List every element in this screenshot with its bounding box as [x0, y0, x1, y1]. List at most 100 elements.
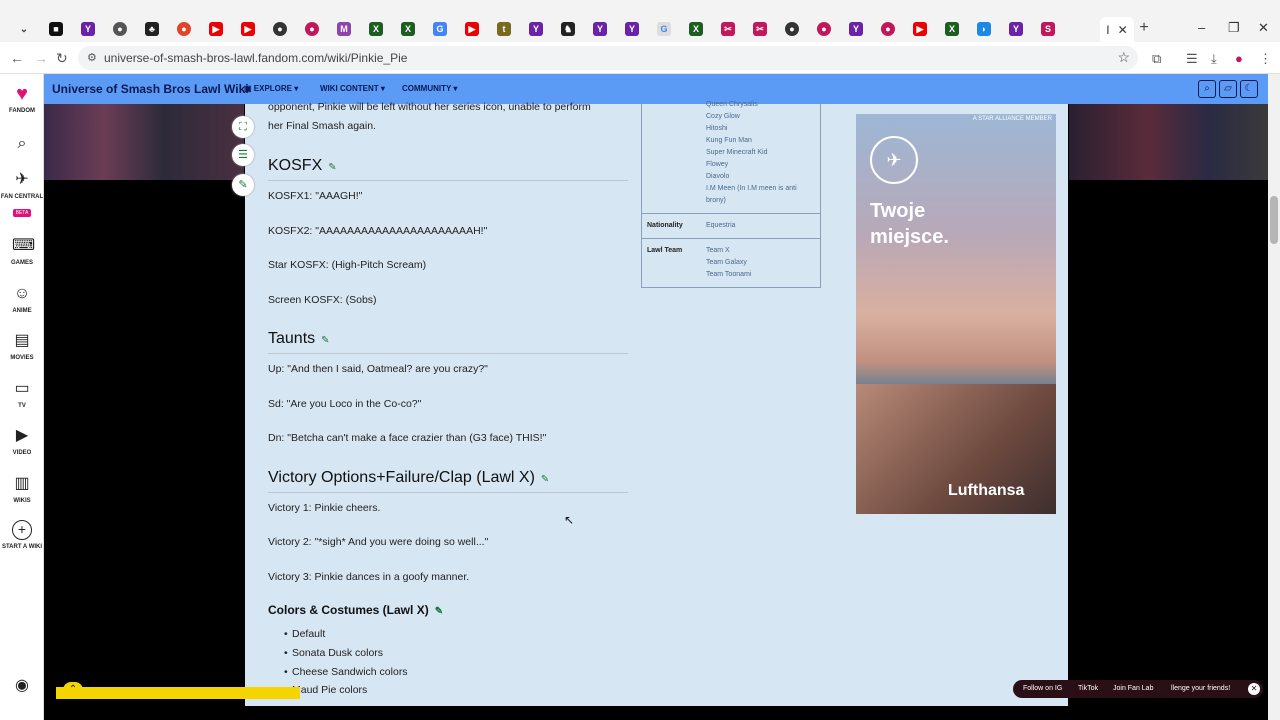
- tab[interactable]: Y: [1000, 18, 1032, 40]
- fandom-logo[interactable]: ♥ FANDOM: [0, 84, 44, 115]
- toc-icon[interactable]: ☰: [232, 144, 254, 166]
- fan-lab-link[interactable]: Join Fan Lab: [1113, 685, 1153, 692]
- nav-community[interactable]: COMMUNITY ▾: [402, 84, 457, 93]
- new-tab-button[interactable]: +: [1136, 20, 1152, 36]
- rail-item-wikis[interactable]: ▥ WIKIS: [0, 474, 44, 505]
- infobox-link[interactable]: Team Galaxy: [706, 259, 747, 266]
- active-tab[interactable]: I ✕: [1100, 17, 1134, 42]
- tab-list-button[interactable]: ⌄: [8, 18, 40, 40]
- tab[interactable]: ✂: [744, 18, 776, 40]
- tab[interactable]: ●: [104, 18, 136, 40]
- tab[interactable]: G: [648, 18, 680, 40]
- expand-icon[interactable]: ⛶: [232, 116, 254, 138]
- bookmark-star-icon[interactable]: ☆: [1117, 49, 1130, 66]
- advertisement[interactable]: A STAR ALLIANCE MEMBER ✈ Twoje miejsce. …: [856, 114, 1056, 514]
- profile-avatar[interactable]: ●: [1235, 51, 1243, 66]
- back-icon[interactable]: ←: [10, 50, 24, 66]
- discussions-button[interactable]: ▱: [1219, 80, 1237, 98]
- infobox-link[interactable]: Hitoshi: [706, 125, 727, 132]
- chevron-up-icon[interactable]: ⌃: [63, 682, 83, 698]
- infobox-link[interactable]: Diavolo: [706, 173, 729, 180]
- tab[interactable]: S: [1032, 18, 1064, 40]
- follow-ig-link[interactable]: Follow on IG: [1023, 685, 1062, 692]
- close-icon[interactable]: ✕: [1118, 23, 1128, 37]
- tab[interactable]: ●: [296, 18, 328, 40]
- nav-explore[interactable]: ▣ EXPLORE ▾: [244, 84, 298, 93]
- tab[interactable]: X: [360, 18, 392, 40]
- tab[interactable]: t: [488, 18, 520, 40]
- tab[interactable]: ●: [776, 18, 808, 40]
- rail-item-games[interactable]: ⌨ GAMES: [0, 236, 44, 267]
- reload-icon[interactable]: ↻: [56, 50, 68, 67]
- forward-icon[interactable]: →: [34, 50, 48, 66]
- rail-item-fan-central[interactable]: ✈ FAN CENTRAL BETA: [0, 170, 44, 219]
- rail-item-tv[interactable]: ▭ TV: [0, 379, 44, 410]
- rail-label: VIDEO: [12, 450, 32, 456]
- scrollbar-thumb[interactable]: [1270, 196, 1278, 244]
- user-account-button[interactable]: ◉: [0, 676, 44, 696]
- infobox-link[interactable]: Team Toonami: [706, 271, 751, 278]
- close-icon[interactable]: ✕: [1248, 683, 1260, 695]
- maximize-button[interactable]: ❐: [1228, 20, 1240, 36]
- url-field[interactable]: ⚙ universe-of-smash-bros-lawl.fandom.com…: [78, 46, 1138, 70]
- infobox-link[interactable]: Cozy Glow: [706, 113, 740, 120]
- tab[interactable]: ●: [168, 18, 200, 40]
- toolbar-strip: [56, 687, 300, 699]
- theme-toggle-button[interactable]: ☾: [1240, 80, 1258, 98]
- tab[interactable]: ●: [264, 18, 296, 40]
- tab[interactable]: ▶: [232, 18, 264, 40]
- rail-label: START A WIKI: [1, 544, 43, 550]
- extensions-icon[interactable]: ⧉: [1152, 51, 1161, 67]
- close-window-button[interactable]: ✕: [1258, 20, 1269, 36]
- infobox-link[interactable]: brony): [706, 197, 726, 204]
- tab[interactable]: ▶: [904, 18, 936, 40]
- tab[interactable]: Y: [72, 18, 104, 40]
- tab[interactable]: G: [424, 18, 456, 40]
- tiktok-link[interactable]: TikTok: [1078, 685, 1098, 692]
- wiki-search-button[interactable]: ⌕: [1198, 80, 1216, 98]
- tab[interactable]: X: [392, 18, 424, 40]
- infobox-link[interactable]: Kung Fun Man: [706, 137, 752, 144]
- tab[interactable]: M: [328, 18, 360, 40]
- tab[interactable]: ♣: [136, 18, 168, 40]
- nav-wiki-content[interactable]: WIKI CONTENT ▾: [320, 84, 385, 93]
- search-button[interactable]: ⌕: [0, 134, 44, 154]
- wiki-title[interactable]: Universe of Smash Bros Lawl Wiki: [52, 82, 249, 96]
- site-info-icon[interactable]: ⚙: [87, 51, 97, 64]
- tab[interactable]: Y: [520, 18, 552, 40]
- edit-section-icon[interactable]: ✎: [435, 606, 443, 617]
- scrollbar[interactable]: [1268, 74, 1280, 720]
- tab[interactable]: ▶: [456, 18, 488, 40]
- tab[interactable]: Y: [840, 18, 872, 40]
- infobox-link[interactable]: Queen Chrysalis: [706, 101, 758, 108]
- infobox-link[interactable]: I.M Meen (In I.M meen is anti: [706, 185, 797, 192]
- edit-section-icon[interactable]: ✎: [321, 335, 329, 346]
- rail-item-video[interactable]: ▶ VIDEO: [0, 426, 44, 457]
- tab[interactable]: Y: [584, 18, 616, 40]
- tab[interactable]: ▶: [200, 18, 232, 40]
- tab[interactable]: ■: [40, 18, 72, 40]
- rail-item-movies[interactable]: ▤ MOVIES: [0, 331, 44, 362]
- tab-search-icon[interactable]: ☰: [1186, 51, 1198, 67]
- rail-item-anime[interactable]: ☺ ANIME: [0, 284, 44, 315]
- tab[interactable]: ✂: [712, 18, 744, 40]
- tab[interactable]: Y: [616, 18, 648, 40]
- paragraph: her Final Smash again.: [268, 120, 376, 132]
- infobox-link[interactable]: Team X: [706, 247, 730, 254]
- edit-section-icon[interactable]: ✎: [328, 162, 336, 173]
- infobox-link[interactable]: Super Minecraft Kid: [706, 149, 767, 156]
- tab[interactable]: ●: [808, 18, 840, 40]
- edit-pencil-icon[interactable]: ✎: [232, 174, 254, 196]
- menu-icon[interactable]: ⋮: [1259, 51, 1272, 67]
- rail-item-start-wiki[interactable]: + START A WIKI: [0, 520, 44, 551]
- tab[interactable]: ●: [872, 18, 904, 40]
- minimize-button[interactable]: –: [1198, 20, 1205, 35]
- challenge-link[interactable]: llenge your friends!: [1171, 685, 1230, 692]
- tab[interactable]: ♞: [552, 18, 584, 40]
- infobox-link[interactable]: Flowey: [706, 161, 728, 168]
- download-icon[interactable]: ⤓: [1211, 51, 1217, 67]
- tab[interactable]: ◗: [968, 18, 1000, 40]
- tab[interactable]: X: [936, 18, 968, 40]
- tab[interactable]: X: [680, 18, 712, 40]
- edit-section-icon[interactable]: ✎: [541, 474, 549, 485]
